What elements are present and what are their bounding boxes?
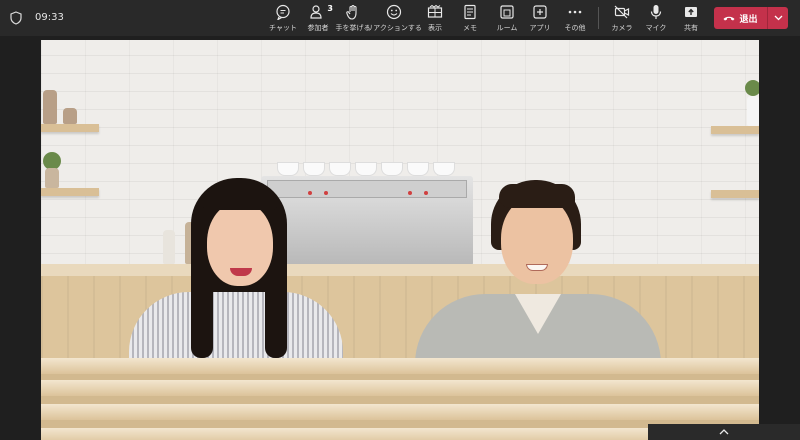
leave-label: 退出 xyxy=(739,14,758,25)
rooms-icon xyxy=(498,4,516,20)
grid-view-icon xyxy=(426,4,444,20)
decor-jar xyxy=(63,108,77,124)
decor-cup xyxy=(433,162,455,176)
participant-hair-side xyxy=(191,262,213,358)
decor-bottle xyxy=(747,96,759,126)
decor-cup xyxy=(381,162,403,176)
mic-button[interactable]: マイク xyxy=(646,4,666,34)
apps-plus-icon xyxy=(531,4,549,20)
more-button[interactable]: その他 xyxy=(564,4,586,34)
chevron-down-icon xyxy=(774,15,782,21)
bottom-panel-toggle[interactable] xyxy=(648,424,800,440)
participant-smile xyxy=(526,264,548,271)
apps-button[interactable]: アプリ xyxy=(529,4,551,34)
reactions-button[interactable]: リアクションする xyxy=(366,4,422,34)
chevron-up-icon xyxy=(719,429,729,435)
camera-label: カメラ xyxy=(611,24,633,32)
counter-slat xyxy=(41,358,759,374)
chat-label: チャット xyxy=(269,24,297,32)
notes-label: メモ xyxy=(463,24,477,32)
share-label: 共有 xyxy=(684,24,698,32)
decor-cup xyxy=(329,162,351,176)
decor-plant-right xyxy=(745,80,759,96)
participant-video-left[interactable] xyxy=(129,176,349,366)
chat-icon xyxy=(274,4,292,20)
camera-button[interactable]: カメラ xyxy=(611,4,633,34)
decor-vase xyxy=(43,90,57,124)
counter-slat xyxy=(41,404,759,420)
shield-icon[interactable] xyxy=(10,11,22,25)
people-icon: 3 xyxy=(309,4,333,20)
participant-bangs xyxy=(203,184,277,210)
hand-icon xyxy=(344,4,362,20)
decor-cup xyxy=(355,162,377,176)
participant-shirt xyxy=(129,292,343,366)
toolbar-divider xyxy=(598,7,599,29)
share-tray-icon xyxy=(682,4,700,20)
leave-button[interactable]: 退出 xyxy=(714,7,767,29)
more-label: その他 xyxy=(564,24,586,32)
decor-pot xyxy=(45,168,59,188)
participants-count: 3 xyxy=(327,4,333,13)
chat-button[interactable]: チャット xyxy=(269,4,297,34)
mic-label: マイク xyxy=(645,24,667,32)
counter-slat xyxy=(41,380,759,396)
more-dots-icon xyxy=(566,4,584,20)
participant-hair-side xyxy=(265,262,287,358)
participant-bangs xyxy=(499,184,575,208)
decor-cup xyxy=(407,162,429,176)
view-button[interactable]: 表示 xyxy=(426,4,444,34)
leave-options-button[interactable] xyxy=(768,7,788,29)
left-shelf-upper xyxy=(41,124,99,132)
decor-cup xyxy=(303,162,325,176)
video-stage xyxy=(41,40,759,440)
notes-button[interactable]: メモ xyxy=(462,4,478,34)
decor-cup xyxy=(277,162,299,176)
indicator-light xyxy=(408,191,412,195)
raise-hand-button[interactable]: 手を挙げる xyxy=(336,4,371,34)
right-shelf-upper xyxy=(711,126,759,134)
smiley-icon xyxy=(385,4,403,20)
participants-button[interactable]: 3 参加者 xyxy=(306,4,334,34)
share-button[interactable]: 共有 xyxy=(681,4,701,34)
phone-hangup-icon xyxy=(723,16,735,21)
meeting-timer: 09:33 xyxy=(35,12,64,23)
meeting-toolbar: 09:33 チャット 3 参加者 手を挙げる リアクションする 表示 メモ ルー… xyxy=(0,0,800,36)
reactions-label: リアクションする xyxy=(366,24,422,32)
leave-button-group: 退出 xyxy=(714,7,788,29)
rooms-button[interactable]: ルーム xyxy=(496,4,518,34)
notes-icon xyxy=(461,4,479,20)
participant-video-right[interactable] xyxy=(415,178,665,366)
camera-off-icon xyxy=(613,4,631,20)
participants-label: 参加者 xyxy=(307,24,329,32)
left-shelf-lower xyxy=(41,188,99,196)
rooms-label: ルーム xyxy=(496,24,518,32)
view-label: 表示 xyxy=(428,24,442,32)
right-shelf-lower xyxy=(711,190,759,198)
mic-icon xyxy=(647,4,665,20)
apps-label: アプリ xyxy=(529,24,551,32)
